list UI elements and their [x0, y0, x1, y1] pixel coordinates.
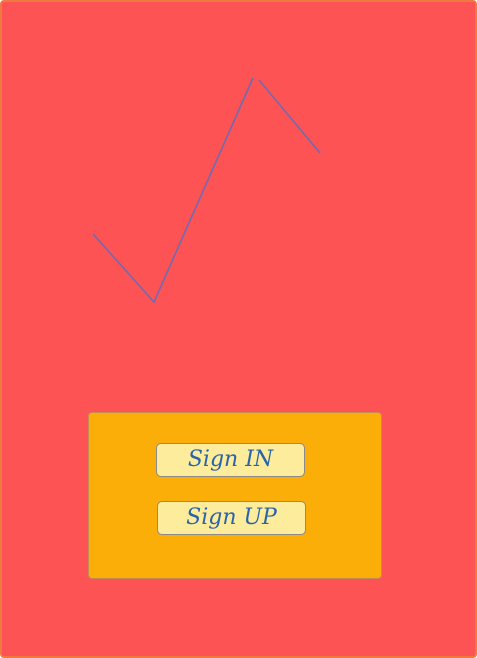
app-screen: Sign IN Sign UP [0, 0, 477, 658]
checkmark-logo-icon [92, 77, 321, 304]
auth-panel: Sign IN Sign UP [88, 412, 382, 579]
logo-stroke-left [92, 77, 254, 304]
logo-stroke-right [258, 79, 321, 154]
sign-up-button[interactable]: Sign UP [157, 501, 306, 535]
sign-in-button[interactable]: Sign IN [156, 443, 305, 477]
